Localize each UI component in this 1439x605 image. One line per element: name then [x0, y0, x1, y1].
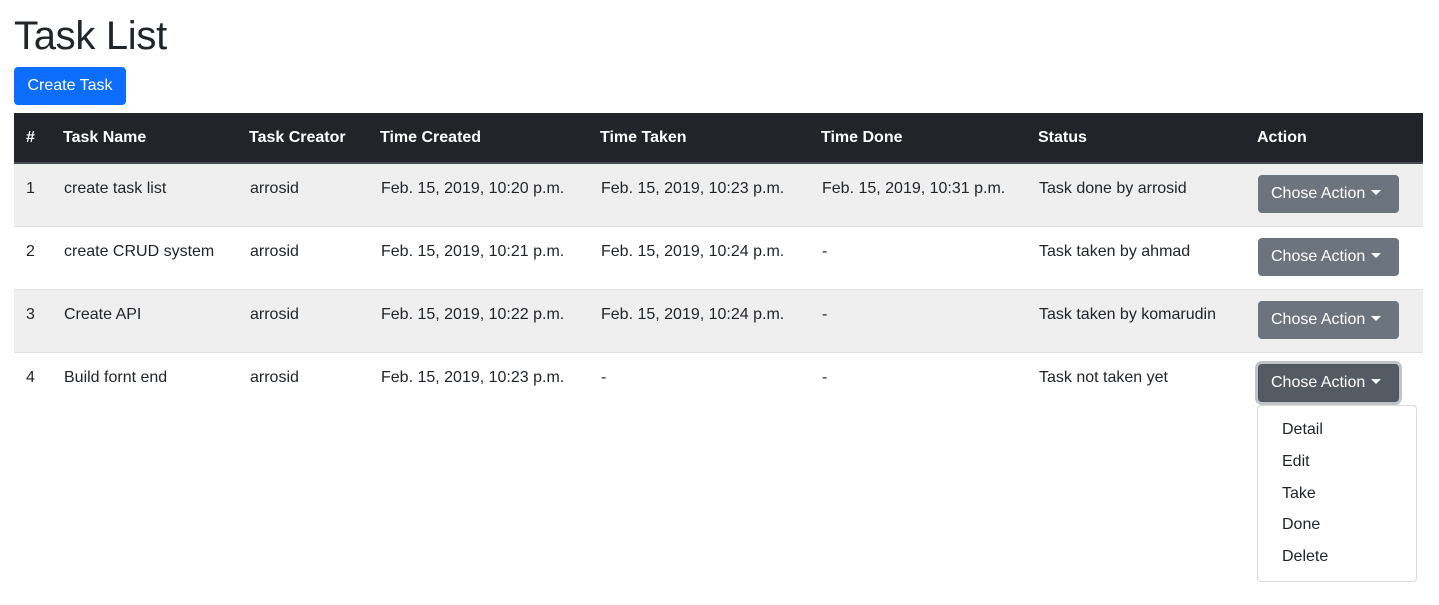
- table-row: 2 create CRUD system arrosid Feb. 15, 20…: [14, 226, 1423, 289]
- dropdown-item-delete[interactable]: Delete: [1258, 541, 1416, 573]
- dropdown-item-detail[interactable]: Detail: [1258, 414, 1416, 446]
- header-time-taken: Time Taken: [600, 113, 821, 164]
- cell-status: Task done by arrosid: [1039, 180, 1187, 197]
- action-dropdown-menu: Detail Edit Take Done Delete: [1257, 405, 1417, 582]
- cell-status: Task not taken yet: [1039, 368, 1168, 386]
- header-task-creator: Task Creator: [249, 113, 380, 164]
- cell-task-creator: arrosid: [250, 242, 299, 260]
- chose-action-button[interactable]: Chose Action: [1258, 300, 1399, 339]
- cell-action: Chose Action: [1257, 289, 1423, 352]
- cell-status: Task taken by ahmad: [1039, 242, 1191, 260]
- create-task-button[interactable]: Create Task: [14, 67, 126, 105]
- caret-down-icon: [1371, 190, 1382, 195]
- chose-action-button[interactable]: Chose Action: [1258, 175, 1399, 213]
- cell-task-creator: arrosid: [250, 368, 299, 386]
- caret-down-icon: [1371, 378, 1382, 384]
- cell-time-done: Feb. 15, 2019, 10:31 p.m.: [822, 180, 1006, 197]
- cell-number: 2: [26, 242, 35, 260]
- cell-task-creator: arrosid: [250, 305, 299, 323]
- header-number: #: [14, 113, 63, 164]
- cell-task-name: create task list: [64, 180, 167, 197]
- caret-down-icon: [1371, 252, 1382, 258]
- cell-time-done: -: [822, 242, 828, 260]
- header-action: Action: [1257, 113, 1423, 164]
- chose-action-label: Chose Action: [1271, 185, 1366, 202]
- header-task-name: Task Name: [63, 113, 249, 164]
- page-title: Task List: [14, 14, 167, 58]
- cell-task-creator: arrosid: [250, 180, 299, 197]
- chose-action-label: Chose Action: [1271, 247, 1366, 265]
- cell-time-done: -: [822, 305, 828, 323]
- table-row: 3 Create API arrosid Feb. 15, 2019, 10:2…: [14, 289, 1423, 352]
- cell-time-taken: Feb. 15, 2019, 10:23 p.m.: [601, 180, 785, 197]
- header-time-created: Time Created: [380, 113, 600, 164]
- cell-task-name: Create API: [64, 305, 142, 323]
- cell-time-done: -: [822, 368, 828, 386]
- dropdown-item-edit[interactable]: Edit: [1258, 446, 1416, 478]
- cell-number: 3: [26, 305, 35, 323]
- cell-task-name: create CRUD system: [64, 242, 215, 260]
- table-row: 4 Build fornt end arrosid Feb. 15, 2019,…: [14, 352, 1423, 415]
- cell-number: 1: [26, 180, 35, 197]
- cell-time-created: Feb. 15, 2019, 10:20 p.m.: [381, 180, 565, 197]
- chose-action-button[interactable]: Chose Action: [1258, 237, 1399, 276]
- cell-time-taken: Feb. 15, 2019, 10:24 p.m.: [601, 305, 785, 323]
- header-status: Status: [1038, 113, 1257, 164]
- cell-time-taken: -: [601, 368, 607, 386]
- header-time-done: Time Done: [821, 113, 1038, 164]
- cell-status: Task taken by komarudin: [1039, 305, 1216, 323]
- table-header-row: # Task Name Task Creator Time Created Ti…: [14, 113, 1423, 164]
- cell-task-name: Build fornt end: [64, 368, 168, 386]
- chose-action-label: Chose Action: [1271, 373, 1366, 391]
- cell-action: Chose Action: [1257, 163, 1423, 226]
- cell-time-created: Feb. 15, 2019, 10:22 p.m.: [381, 305, 565, 323]
- table-row: 1 create task list arrosid Feb. 15, 2019…: [14, 163, 1423, 226]
- dropdown-item-done[interactable]: Done: [1258, 509, 1416, 541]
- dropdown-item-take[interactable]: Take: [1258, 478, 1416, 510]
- cell-time-taken: Feb. 15, 2019, 10:24 p.m.: [601, 242, 785, 260]
- cell-time-created: Feb. 15, 2019, 10:23 p.m.: [381, 368, 565, 386]
- cell-action: Chose Action: [1257, 226, 1423, 289]
- cell-number: 4: [26, 368, 35, 386]
- chose-action-button[interactable]: Chose Action: [1258, 363, 1399, 402]
- task-table: # Task Name Task Creator Time Created Ti…: [14, 113, 1423, 415]
- caret-down-icon: [1371, 315, 1382, 321]
- cell-time-created: Feb. 15, 2019, 10:21 p.m.: [381, 242, 565, 260]
- chose-action-label: Chose Action: [1271, 310, 1366, 328]
